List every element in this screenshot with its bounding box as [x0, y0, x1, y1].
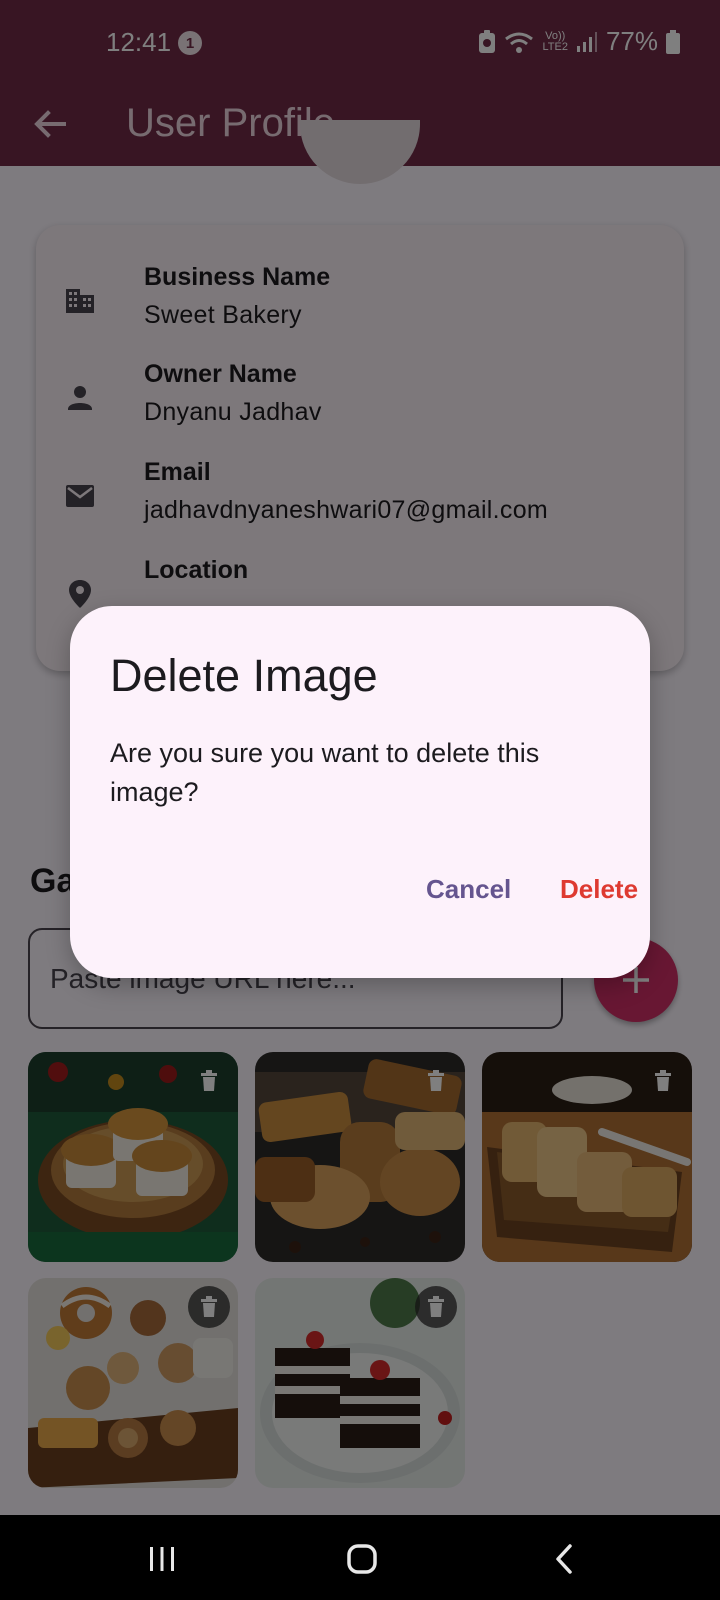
- delete-image-dialog: Delete Image Are you sure you want to de…: [70, 606, 650, 978]
- back-chevron-icon[interactable]: [545, 1539, 585, 1579]
- dialog-message: Are you sure you want to delete this ima…: [110, 738, 540, 807]
- delete-button[interactable]: Delete: [560, 874, 638, 905]
- recents-icon[interactable]: [142, 1539, 182, 1579]
- dialog-title: Delete Image: [110, 650, 378, 701]
- cancel-button[interactable]: Cancel: [426, 874, 511, 905]
- home-icon[interactable]: [342, 1539, 382, 1579]
- system-nav-bar: [0, 1515, 720, 1600]
